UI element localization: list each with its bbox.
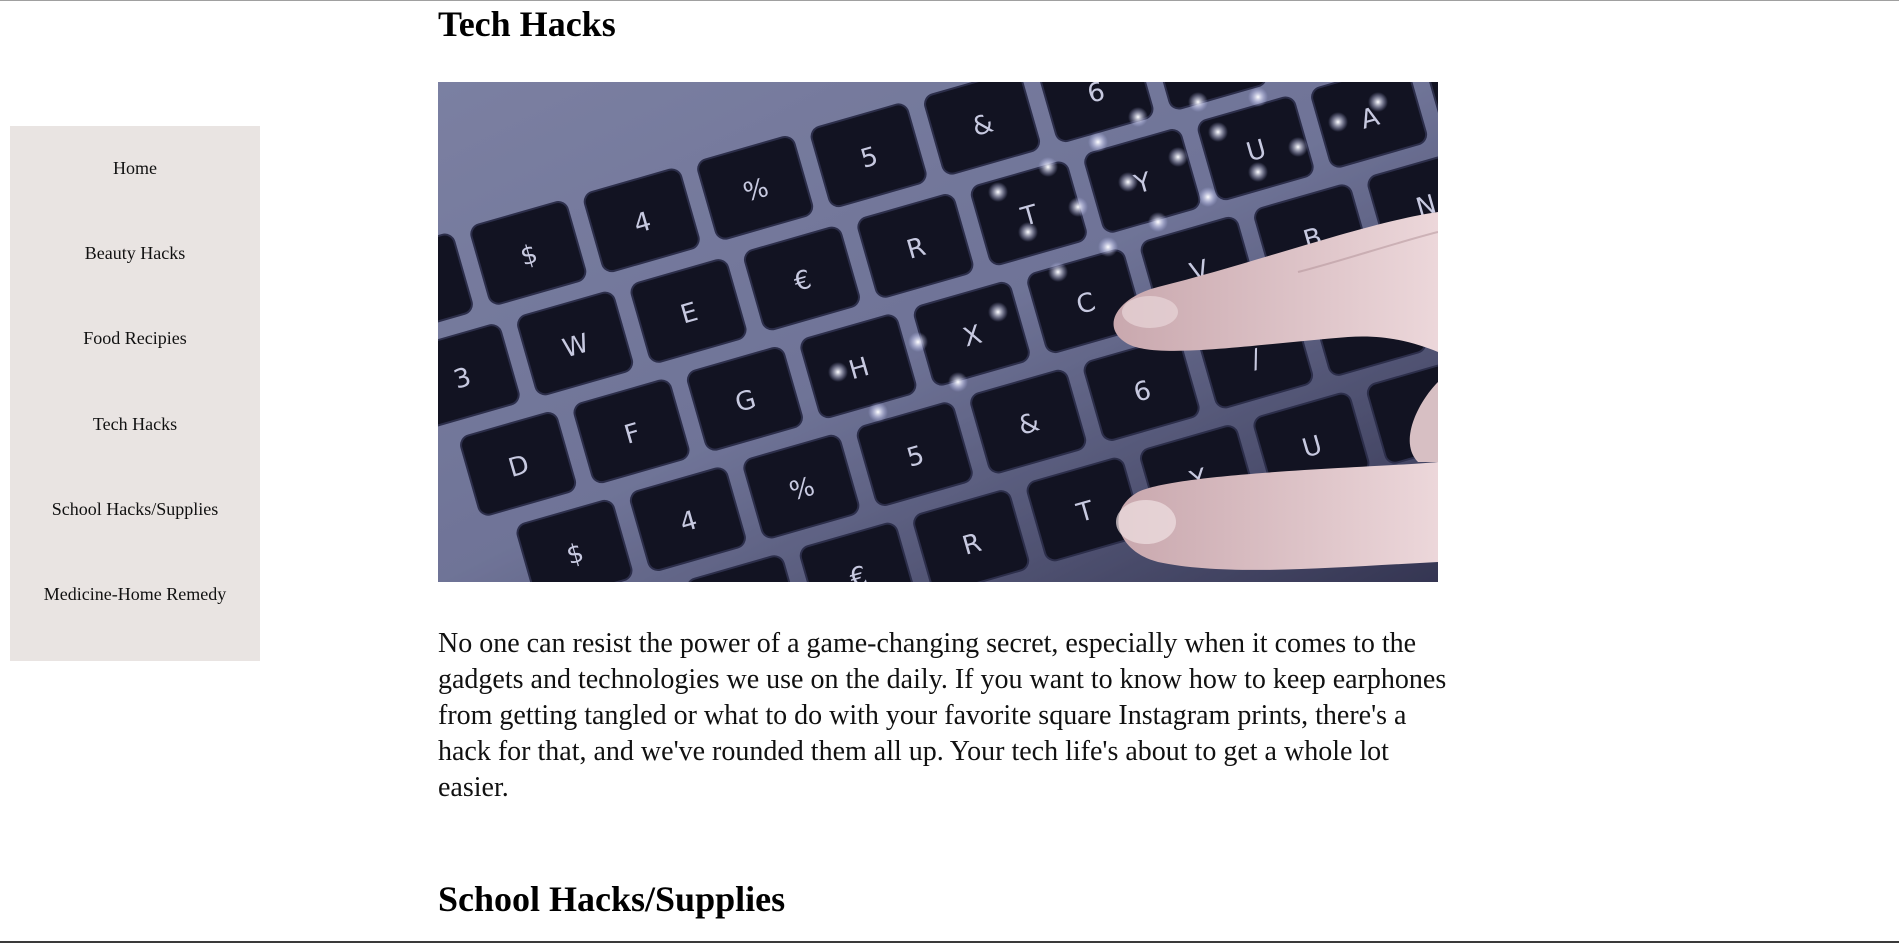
tech-hacks-heading: Tech Hacks xyxy=(438,4,616,44)
sidebar-item-medicine-home-remedy[interactable]: Medicine-Home Remedy xyxy=(20,583,250,606)
sidebar-nav: Home Beauty Hacks Food Recipies Tech Hac… xyxy=(10,126,260,661)
tech-hacks-intro-paragraph: No one can resist the power of a game-ch… xyxy=(438,628,1447,803)
sidebar-item-food-recipies[interactable]: Food Recipies xyxy=(20,327,250,350)
sidebar-item-tech-hacks[interactable]: Tech Hacks xyxy=(20,413,250,436)
sidebar-item-home[interactable]: Home xyxy=(20,157,250,180)
sidebar-item-beauty-hacks[interactable]: Beauty Hacks xyxy=(20,242,250,265)
keyboard-photo: F5$4%5&6/7£3WE€RTYUASDFGHXCVBNF5$4%5&6/7… xyxy=(438,82,1438,582)
page: Home Beauty Hacks Food Recipies Tech Hac… xyxy=(0,0,1899,943)
school-hacks-heading: School Hacks/Supplies xyxy=(438,879,786,919)
window-top-border xyxy=(0,0,1899,1)
sidebar-item-school-hacks[interactable]: School Hacks/Supplies xyxy=(20,498,250,521)
